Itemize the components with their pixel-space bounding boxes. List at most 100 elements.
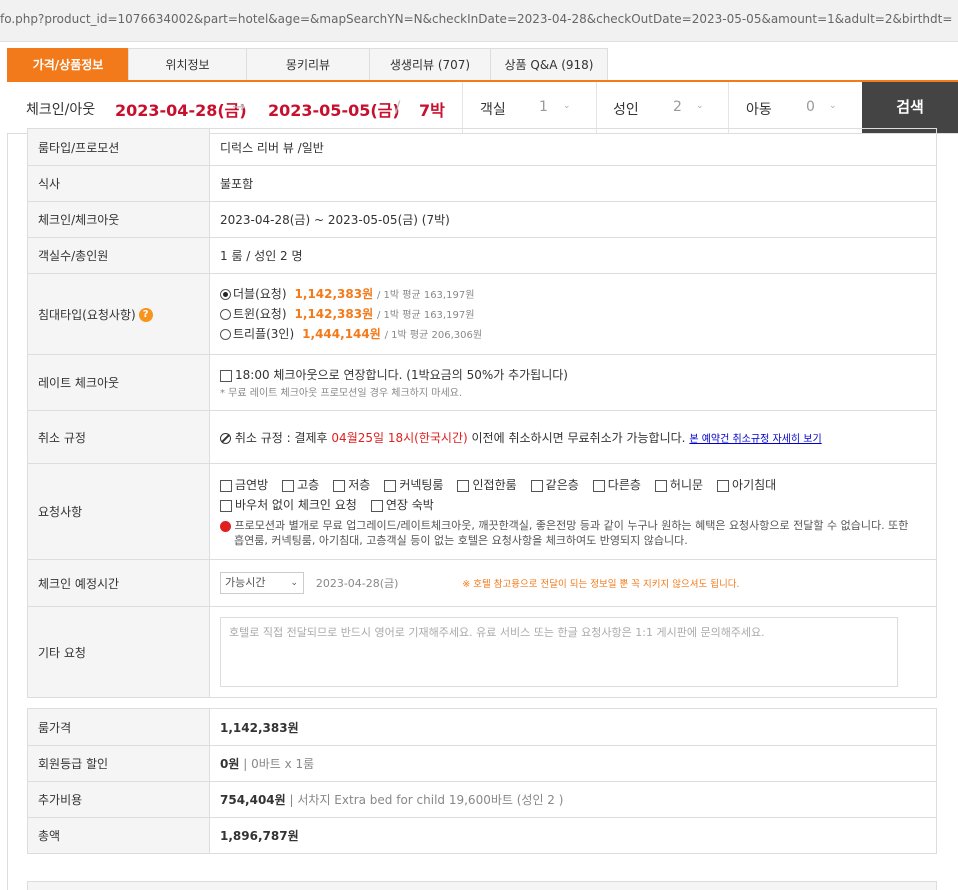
late-checkout-cell: 18:00 체크아웃으로 연장합니다. (1박요금의 50%가 추가됩니다) *… (209, 354, 937, 411)
late-checkout-text: 18:00 체크아웃으로 연장합니다. (1박요금의 50%가 추가됩니다) (235, 368, 568, 382)
guests-value: 1 룸 / 성인 2 명 (209, 237, 937, 274)
bed-type-options: 더블(요청) 1,142,383원 / 1박 평균 163,197원 트윈(요청)… (209, 273, 937, 355)
divider (728, 82, 729, 133)
bed-option-twin[interactable]: 트윈(요청) 1,142,383원 / 1박 평균 163,197원 (220, 304, 936, 324)
request-option[interactable]: 허니문 (654, 475, 704, 495)
eta-label: 체크인 예정시간 (27, 559, 210, 607)
request-option-label: 허니문 (669, 478, 704, 492)
chevron-down-icon[interactable]: ⌄ (829, 101, 837, 111)
divider (596, 82, 597, 133)
help-icon[interactable]: ? (138, 308, 153, 322)
ban-icon (220, 432, 231, 444)
children-value[interactable]: 0 (806, 99, 815, 115)
eta-note: ※ 호텔 참고용으로 전달이 되는 정보일 뿐 꼭 지키지 않으셔도 됩니다. (462, 578, 740, 590)
requests-cell: 금연방 고층 저층 커넥팅룸 인접한룸 같은층 다른층 허니문 아기침대 바우처 없이 체크인 … (209, 463, 937, 560)
request-option[interactable]: 아기침대 (717, 475, 776, 495)
bed-option-price: 1,444,144원 (302, 327, 381, 341)
request-option-label: 다른층 (607, 478, 641, 492)
cancel-deadline: 04월25일 18시(한국시간) (331, 430, 468, 445)
tab-location[interactable]: 위치정보 (128, 48, 247, 80)
bed-type-label-cell: 침대타입(요청사항)? (27, 273, 210, 355)
checkbox-icon[interactable] (592, 479, 605, 492)
late-checkout-option[interactable]: 18:00 체크아웃으로 연장합니다. (1박요금의 50%가 추가됩니다) (220, 366, 936, 384)
extra-cost-label: 추가비용 (27, 781, 210, 818)
tab-monkey-review[interactable]: 몽키리뷰 (246, 48, 370, 80)
chevron-down-icon[interactable]: ⌄ (696, 101, 704, 111)
request-option-label: 고층 (297, 478, 320, 492)
extra-cost-detail: | 서차지 Extra bed for child 19,600바트 (성인 2… (285, 793, 564, 807)
request-option[interactable]: 저층 (333, 475, 370, 495)
tab-qna[interactable]: 상품 Q&A (918) (490, 48, 608, 80)
table-row: 추가비용 754,404원 | 서차지 Extra bed for child … (27, 781, 937, 818)
checkbox-icon[interactable] (717, 479, 730, 492)
table-row: 객실수/총인원 1 룸 / 성인 2 명 (27, 237, 937, 274)
adults-value[interactable]: 2 (673, 99, 682, 115)
eta-select[interactable]: 가능시간 ⌄ (220, 572, 304, 594)
cancel-policy-label: 취소 규정 (27, 410, 210, 464)
request-option[interactable]: 바우처 없이 체크인 요청 (220, 495, 357, 515)
slash-divider: / (395, 97, 401, 116)
request-note-text: 프로모션과 별개로 무료 업그레이드/레이트체크아웃, 깨끗한객실, 좋은전망 … (234, 519, 909, 547)
table-row: 체크인 예정시간 가능시간 ⌄ 2023-04-28(금) ※ 호텔 참고용으로 … (27, 559, 937, 607)
radio-icon[interactable] (220, 309, 231, 320)
url-text[interactable]: fo.php?product_id=1076634002&part=hotel&… (0, 12, 952, 26)
other-request-textarea[interactable]: 호텔로 직접 전달되므로 반드시 영어로 기재해주세요. 유료 서비스 또는 한… (220, 617, 898, 687)
checkin-date[interactable]: 2023-04-28(금) (115, 97, 247, 121)
checkbox-icon[interactable] (370, 499, 383, 512)
member-discount-detail: | 0바트 x 1룸 (239, 757, 315, 771)
table-row: 요청사항 금연방 고층 저층 커넥팅룸 인접한룸 같은층 다른층 허니문 아기침대 바우처 없이… (27, 463, 937, 560)
total-label: 총액 (27, 817, 210, 854)
eta-cell: 가능시간 ⌄ 2023-04-28(금) ※ 호텔 참고용으로 전달이 되는 정보… (209, 559, 937, 607)
arrow-icon: → (232, 97, 246, 116)
adults-label: 성인 (613, 102, 639, 118)
radio-icon[interactable] (220, 329, 231, 340)
checkbox-icon[interactable] (457, 479, 470, 492)
checkbox-icon[interactable] (220, 479, 232, 492)
bed-type-label: 침대타입(요청사항) (38, 307, 136, 322)
late-checkout-note: * 무료 레이트 체크아웃 프로모션일 경우 체크하지 마세요. (220, 388, 463, 399)
next-section (27, 881, 937, 890)
radio-selected-icon[interactable] (220, 289, 231, 300)
checkbox-icon[interactable] (530, 479, 543, 492)
request-option-label: 같은층 (545, 478, 579, 492)
table-row: 취소 규정 취소 규정 : 결제후 04월25일 18시(한국시간) 이전에 취… (27, 410, 937, 464)
other-request-label: 기타 요청 (27, 606, 210, 698)
requests-label: 요청사항 (27, 463, 210, 560)
cancel-policy-text: 취소 규정 : 결제후 (234, 430, 332, 445)
table-row: 식사 불포함 (27, 165, 937, 202)
chevron-down-icon[interactable]: ⌄ (563, 101, 571, 111)
table-row: 룸타입/프로모션 디럭스 리버 뷰 /일반 (27, 128, 937, 166)
checkbox-icon[interactable] (282, 479, 295, 492)
request-option[interactable]: 커넥팅룸 (384, 475, 443, 495)
request-option-label: 아기침대 (732, 478, 777, 492)
bed-option-name: 트윈(요청) (233, 307, 287, 321)
checkbox-icon[interactable] (220, 369, 232, 382)
checkbox-icon[interactable] (654, 479, 667, 492)
checkbox-icon[interactable] (384, 479, 397, 492)
eta-date: 2023-04-28(금) (315, 576, 399, 590)
table-row: 레이트 체크아웃 18:00 체크아웃으로 연장합니다. (1박요금의 50%가… (27, 354, 937, 411)
meal-value: 불포함 (209, 165, 937, 202)
tab-live-review[interactable]: 생생리뷰 (707) (369, 48, 491, 80)
tab-price-info[interactable]: 가격/상품정보 (7, 48, 129, 80)
checkout-date[interactable]: 2023-05-05(금) (268, 97, 400, 121)
request-option-label: 연장 숙박 (385, 498, 434, 512)
search-button[interactable]: 검색 (862, 82, 958, 133)
bed-option-double[interactable]: 더블(요청) 1,142,383원 / 1박 평균 163,197원 (220, 284, 936, 304)
checkbox-icon[interactable] (220, 499, 232, 512)
product-tabs: 가격/상품정보 위치정보 몽키리뷰 생생리뷰 (707) 상품 Q&A (918… (7, 48, 958, 82)
request-option[interactable]: 인접한룸 (457, 475, 517, 495)
request-option[interactable]: 다른층 (592, 475, 641, 495)
request-option[interactable]: 연장 숙박 (370, 495, 434, 515)
request-option[interactable]: 금연방 (220, 475, 268, 495)
cancel-policy-link[interactable]: 본 예약건 취소규정 자세히 보기 (689, 434, 821, 445)
rooms-value[interactable]: 1 (539, 99, 548, 115)
other-request-cell: 호텔로 직접 전달되므로 반드시 영어로 기재해주세요. 유료 서비스 또는 한… (209, 606, 937, 698)
request-option[interactable]: 고층 (282, 475, 319, 495)
address-bar[interactable]: fo.php?product_id=1076634002&part=hotel&… (0, 0, 958, 42)
checkbox-icon[interactable] (333, 479, 346, 492)
bed-option-triple[interactable]: 트리플(3인) 1,444,144원 / 1박 평균 206,306원 (220, 324, 936, 344)
checkin-out-label: 체크인/아웃 (26, 102, 96, 118)
guests-label: 객실수/총인원 (27, 237, 210, 274)
request-option[interactable]: 같은층 (530, 475, 579, 495)
